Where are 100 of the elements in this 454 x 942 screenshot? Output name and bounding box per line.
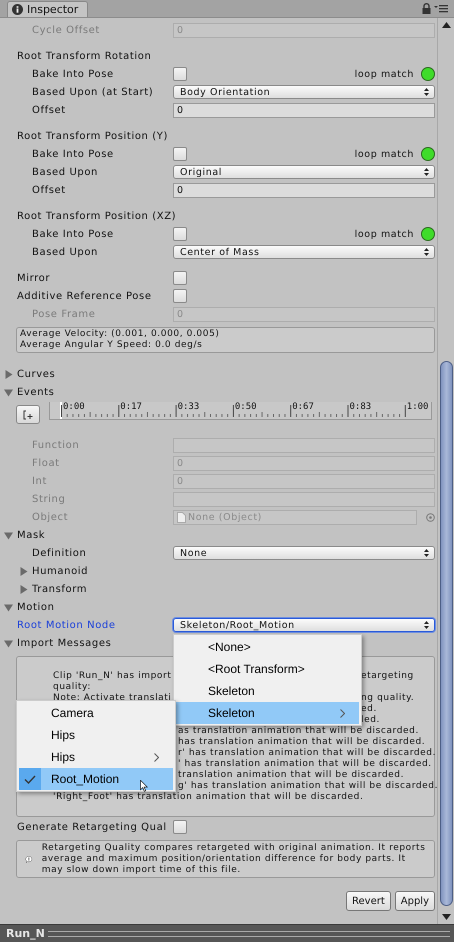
menu-item[interactable]: Root_Motion	[19, 768, 173, 790]
message-text: quality:	[53, 682, 91, 693]
dropdown[interactable]: Center of Mass	[173, 245, 435, 259]
info-icon	[12, 4, 23, 15]
dropdown[interactable]: None	[173, 546, 435, 560]
add-event-button[interactable]	[16, 405, 40, 424]
checkbox[interactable]	[173, 227, 187, 241]
expanded-arrow-icon[interactable]	[4, 638, 13, 648]
revert-button[interactable]: Revert	[346, 891, 391, 911]
field-label: Bake Into Pose	[32, 228, 114, 240]
dropdown[interactable]: Body Orientation	[173, 85, 435, 99]
field-label: Bake Into Pose	[32, 148, 114, 160]
field-label: Bake Into Pose	[32, 68, 114, 80]
updown-arrow-icon	[424, 248, 429, 256]
collapsed-arrow-icon[interactable]	[4, 370, 13, 378]
field-label: Based Upon	[32, 166, 98, 178]
time-label: 0:83	[350, 402, 372, 413]
time-label: 1:00	[406, 402, 428, 413]
menu-item[interactable]: <None>	[176, 636, 359, 658]
field-label: Int	[32, 476, 48, 486]
time-label: 0:33	[178, 402, 200, 413]
updown-arrow-icon	[424, 168, 429, 176]
menu-item[interactable]: Hips	[19, 724, 173, 746]
checkbox[interactable]	[173, 67, 187, 81]
expanded-arrow-icon[interactable]	[4, 388, 13, 396]
drag-handle[interactable]	[48, 930, 450, 936]
dropdown[interactable]: Original	[173, 165, 435, 179]
message-text: Note: Activate translati	[53, 693, 172, 704]
foldout-label[interactable]: Curves	[17, 368, 56, 380]
field-label: Root Motion Node	[17, 620, 116, 630]
field-label: Cycle Offset	[32, 24, 100, 36]
field-label: Offset	[32, 184, 66, 196]
foldout-label[interactable]: Motion	[17, 602, 55, 612]
updown-arrow-icon	[424, 621, 429, 629]
field-label: Function	[32, 440, 80, 450]
field-label: Definition	[32, 548, 86, 558]
field-label: String	[32, 494, 66, 504]
message-text: etargeting	[361, 671, 414, 682]
foldout-label[interactable]: Transform	[32, 584, 88, 594]
scroll-bar[interactable]	[437, 18, 454, 924]
message-text: translation animation that will be discarded.	[178, 770, 404, 781]
field-label: Additive Reference Pose	[17, 290, 152, 302]
menu-item[interactable]: Skeleton	[176, 702, 359, 724]
message-text: 'Right_Foot' has translation animation that will be discarded.	[53, 792, 364, 803]
input-field[interactable]: 0	[173, 182, 435, 198]
field-label: Offset	[32, 104, 66, 116]
cursor-icon	[140, 780, 148, 792]
dropdown[interactable]: Skeleton/Root_Motion	[173, 618, 435, 632]
info-text: Average Velocity: (0.001, 0.000, 0.005)	[20, 329, 220, 340]
input-field: 0	[173, 306, 435, 322]
apply-button[interactable]: Apply	[394, 891, 435, 911]
field-label: Pose Frame	[32, 308, 96, 320]
help-text: Retargeting Quality compares retargeted with original animation. It reports average and maximum position/orientation difference for body parts. It may slow down import time of this file.	[42, 842, 426, 876]
menu-item[interactable]: Hips	[19, 746, 173, 768]
input-field[interactable]: 0	[173, 102, 435, 118]
field-label: Based Upon (at Start)	[32, 86, 154, 98]
section-heading: Root Transform Position (Y)	[17, 130, 168, 142]
collapsed-arrow-icon[interactable]	[19, 584, 28, 594]
foldout-label[interactable]: Mask	[17, 530, 46, 540]
foldout-label[interactable]: Events	[17, 386, 54, 398]
checkbox[interactable]	[173, 820, 187, 834]
message-text: r' has translation animation that will be discarded.	[178, 748, 436, 759]
foldout-label[interactable]: Import Messages	[17, 638, 112, 648]
message-text: as translation animation that will be discarded.	[178, 726, 419, 737]
updown-arrow-icon	[424, 549, 429, 557]
menu-item[interactable]: Camera	[19, 702, 173, 724]
menu-icon[interactable]	[434, 4, 448, 13]
message-text: ' has translation animation that will be discarded.	[178, 759, 432, 770]
inspector-tab[interactable]: Inspector	[7, 1, 88, 17]
scroll-up-icon[interactable]	[442, 22, 450, 28]
scroll-down-icon[interactable]	[442, 914, 450, 920]
menu-item[interactable]: <Root Transform>	[176, 658, 359, 680]
clip-name: Run_N	[6, 927, 45, 940]
message-text: ed.	[361, 704, 377, 715]
checkbox[interactable]	[173, 289, 187, 303]
time-label: 0:50	[234, 402, 257, 413]
time-label: 0:00	[63, 402, 85, 413]
menu-item[interactable]: Skeleton	[176, 680, 359, 702]
checkbox[interactable]	[173, 147, 187, 161]
updown-arrow-icon	[424, 88, 429, 96]
input-field: 0	[173, 474, 435, 488]
document-icon	[177, 512, 186, 522]
time-label: 0:17	[120, 402, 142, 413]
field-label: Based Upon	[32, 246, 98, 258]
object-picker-icon[interactable]	[426, 512, 435, 522]
loop-match-label: loop match	[354, 68, 414, 80]
expanded-arrow-icon[interactable]	[4, 530, 13, 540]
expanded-arrow-icon[interactable]	[4, 602, 13, 612]
checkbox[interactable]	[173, 271, 187, 285]
time-label: 0:67	[292, 402, 314, 413]
lock-icon[interactable]	[422, 3, 431, 14]
input-field: 0	[173, 456, 435, 470]
message-text: ng quality.	[361, 693, 414, 704]
collapsed-arrow-icon[interactable]	[19, 566, 28, 576]
timeline-ruler[interactable]: 0:00 0:17 0:33 0:50 0:67 0:83 1:00	[49, 402, 432, 420]
foldout-label[interactable]: Humanoid	[32, 566, 88, 576]
message-text: led.	[361, 715, 380, 726]
field-label: Object	[32, 512, 68, 522]
field-label: Float	[32, 458, 60, 468]
message-text: has translation animation that will be discarded.	[178, 737, 426, 748]
